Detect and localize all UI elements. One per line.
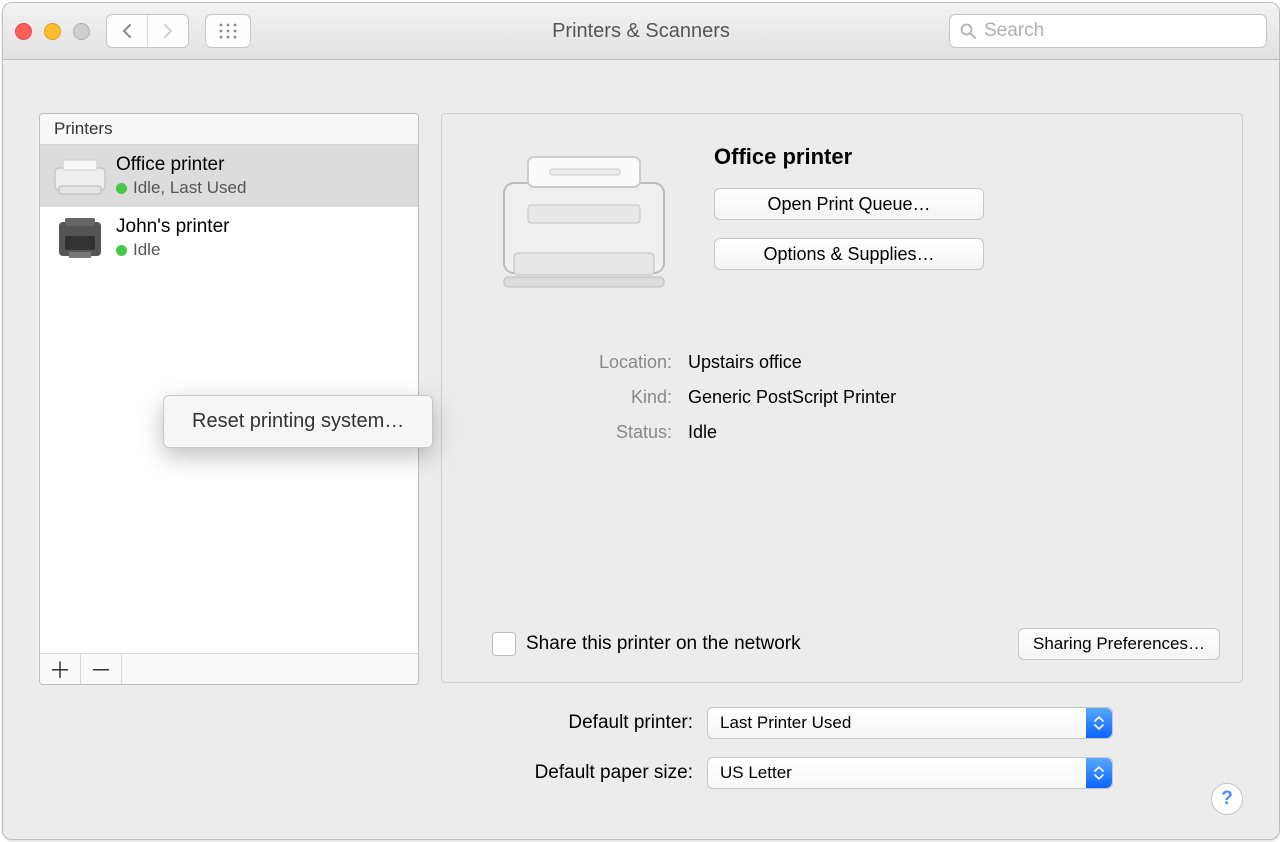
printers-toolbar: ＋ － bbox=[40, 653, 418, 684]
open-print-queue-button[interactable]: Open Print Queue… bbox=[714, 188, 984, 220]
forward-button[interactable] bbox=[147, 15, 188, 47]
status-label: Status: bbox=[512, 422, 672, 443]
default-printer-select[interactable]: Last Printer Used bbox=[707, 707, 1113, 739]
printer-icon bbox=[52, 154, 108, 198]
show-all-button[interactable] bbox=[205, 14, 251, 48]
back-button[interactable] bbox=[107, 15, 147, 47]
default-paper-select[interactable]: US Letter bbox=[707, 757, 1113, 789]
share-printer-row: Share this printer on the network bbox=[492, 632, 801, 656]
minimize-window-button[interactable] bbox=[44, 23, 61, 40]
dropdown-caret-icon bbox=[1086, 708, 1112, 738]
selected-printer-title: Office printer bbox=[714, 144, 984, 170]
printer-large-icon bbox=[486, 138, 682, 298]
default-printer-label: Default printer: bbox=[441, 712, 693, 734]
default-paper-value: US Letter bbox=[720, 763, 792, 783]
window-body: Printers Office printer Idle, Last Used … bbox=[3, 59, 1279, 839]
location-value: Upstairs office bbox=[688, 352, 802, 373]
printer-details-panel: Office printer Open Print Queue… Options… bbox=[441, 113, 1243, 683]
status-value: Idle bbox=[688, 422, 717, 443]
location-label: Location: bbox=[512, 352, 672, 373]
preferences-window: Printers & Scanners Search Printers Offi… bbox=[2, 2, 1280, 840]
close-window-button[interactable] bbox=[15, 23, 32, 40]
window-controls bbox=[15, 23, 90, 40]
default-paper-label: Default paper size: bbox=[441, 762, 693, 784]
grid-icon bbox=[218, 22, 238, 40]
search-field[interactable]: Search bbox=[949, 14, 1267, 48]
default-printer-value: Last Printer Used bbox=[720, 713, 851, 733]
defaults-form: Default printer: Last Printer Used Defau… bbox=[441, 707, 1243, 807]
chevron-left-icon bbox=[121, 24, 133, 38]
zoom-window-button bbox=[73, 23, 90, 40]
kind-label: Kind: bbox=[512, 387, 672, 408]
reset-printing-system-item[interactable]: Reset printing system… bbox=[164, 402, 432, 441]
options-supplies-button[interactable]: Options & Supplies… bbox=[714, 238, 984, 270]
printer-item-johns[interactable]: John's printer Idle bbox=[40, 207, 418, 269]
share-printer-label: Share this printer on the network bbox=[526, 633, 801, 655]
search-placeholder: Search bbox=[984, 20, 1044, 42]
search-icon bbox=[960, 23, 976, 39]
printer-icon bbox=[52, 216, 108, 260]
printers-panel-header: Printers bbox=[40, 114, 418, 145]
printer-info: Location: Upstairs office Kind: Generic … bbox=[512, 352, 1212, 443]
sharing-preferences-button[interactable]: Sharing Preferences… bbox=[1018, 628, 1220, 660]
context-menu: Reset printing system… bbox=[163, 395, 433, 448]
printer-name: John's printer bbox=[116, 216, 229, 238]
chevron-right-icon bbox=[162, 24, 174, 38]
printer-status: Idle, Last Used bbox=[133, 178, 246, 198]
remove-printer-button[interactable]: － bbox=[81, 654, 122, 684]
printer-status: Idle bbox=[133, 240, 160, 260]
kind-value: Generic PostScript Printer bbox=[688, 387, 896, 408]
status-dot-green bbox=[116, 245, 127, 256]
dropdown-caret-icon bbox=[1086, 758, 1112, 788]
help-button[interactable]: ? bbox=[1211, 783, 1243, 815]
status-dot-green bbox=[116, 183, 127, 194]
titlebar: Printers & Scanners Search bbox=[3, 3, 1279, 60]
nav-back-forward bbox=[106, 14, 189, 48]
printer-name: Office printer bbox=[116, 154, 246, 176]
printer-item-office[interactable]: Office printer Idle, Last Used bbox=[40, 145, 418, 207]
add-printer-button[interactable]: ＋ bbox=[40, 654, 81, 684]
share-printer-checkbox[interactable] bbox=[492, 632, 516, 656]
